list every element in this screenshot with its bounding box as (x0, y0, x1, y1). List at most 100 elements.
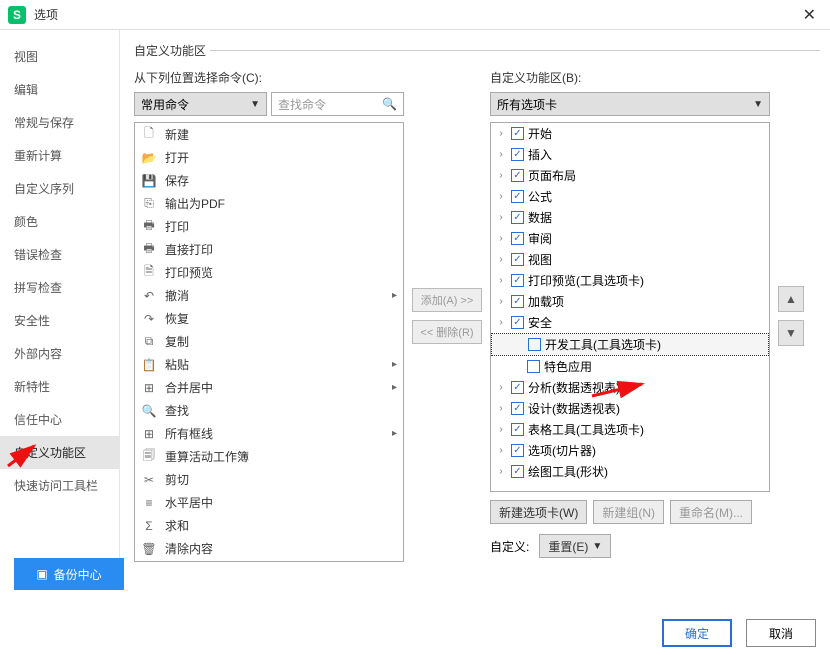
command-item[interactable]: ↷恢复 (135, 307, 403, 330)
chevron-right-icon: › (495, 403, 507, 414)
tree-item[interactable]: 特色应用 (491, 356, 769, 377)
tree-item[interactable]: ›✓页面布局 (491, 165, 769, 186)
chevron-right-icon: › (495, 275, 507, 286)
tabs-filter-combo[interactable]: 所有选项卡 ▼ (490, 92, 770, 116)
add-button[interactable]: 添加(A) >> (412, 288, 482, 312)
tree-item[interactable]: ›✓公式 (491, 186, 769, 207)
checkbox[interactable]: ✓ (511, 402, 524, 415)
section-title: 自定义功能区 (134, 42, 820, 59)
checkbox[interactable]: ✓ (511, 465, 524, 478)
command-item[interactable]: ≡水平居中 (135, 491, 403, 514)
command-item[interactable]: 🗎打印预览 (135, 261, 403, 284)
command-item[interactable]: 🔍查找 (135, 399, 403, 422)
sidebar-item[interactable]: 错误检查 (0, 238, 119, 271)
tree-item[interactable]: ›✓设计(数据透视表) (491, 398, 769, 419)
sidebar-item[interactable]: 拼写检查 (0, 271, 119, 304)
sidebar-item[interactable]: 常规与保存 (0, 106, 119, 139)
tree-item[interactable]: 开发工具(工具选项卡) (491, 333, 769, 356)
command-item[interactable]: 🖶直接打印 (135, 238, 403, 261)
tree-item[interactable]: ›✓数据 (491, 207, 769, 228)
close-icon[interactable]: ✕ (797, 5, 822, 25)
customize-ribbon-label: 自定义功能区(B): (490, 69, 770, 86)
tree-item[interactable]: ›✓审阅 (491, 228, 769, 249)
chevron-right-icon: › (495, 382, 507, 393)
checkbox[interactable]: ✓ (511, 148, 524, 161)
command-item[interactable]: 🗑清除内容 (135, 537, 403, 560)
sidebar-item[interactable]: 颜色 (0, 205, 119, 238)
checkbox[interactable]: ✓ (511, 381, 524, 394)
commands-listbox[interactable]: 🗋新建📂打开💾保存⎘输出为PDF🖶打印🖶直接打印🗎打印预览↶撤消▸↷恢复⧉复制📋… (134, 122, 404, 562)
checkbox[interactable]: ✓ (511, 211, 524, 224)
backup-center-button[interactable]: ▣ 备份中心 (14, 558, 124, 590)
checkbox[interactable]: ✓ (511, 274, 524, 287)
checkbox[interactable]: ✓ (511, 423, 524, 436)
move-up-button[interactable]: ▲ (778, 286, 804, 312)
reset-button[interactable]: 重置(E) ▼ (539, 534, 611, 558)
tree-item[interactable]: ›✓视图 (491, 249, 769, 270)
tree-item[interactable]: ›✓安全 (491, 312, 769, 333)
command-item[interactable]: ↶撤消▸ (135, 284, 403, 307)
checkbox[interactable]: ✓ (511, 190, 524, 203)
checkbox[interactable] (528, 338, 541, 351)
merge-icon: ⊞ (141, 380, 157, 396)
search-input[interactable]: 查找命令 🔍 (271, 92, 404, 116)
checkbox[interactable]: ✓ (511, 295, 524, 308)
command-item[interactable]: 🗐重算活动工作簿 (135, 445, 403, 468)
tree-item[interactable]: ›✓表格工具(工具选项卡) (491, 419, 769, 440)
checkbox[interactable]: ✓ (511, 316, 524, 329)
commands-category-combo[interactable]: 常用命令 ▼ (134, 92, 267, 116)
checkbox[interactable]: ✓ (511, 444, 524, 457)
sidebar-item[interactable]: 自定义功能区 (0, 436, 119, 469)
backup-label: 备份中心 (54, 566, 102, 583)
sidebar-item[interactable]: 外部内容 (0, 337, 119, 370)
move-down-button[interactable]: ▼ (778, 320, 804, 346)
window-title: 选项 (34, 6, 797, 23)
sidebar-item[interactable]: 安全性 (0, 304, 119, 337)
chevron-down-icon: ▼ (753, 99, 763, 110)
sidebar-item[interactable]: 快速访问工具栏 (0, 469, 119, 502)
command-item[interactable]: 💾保存 (135, 169, 403, 192)
command-item[interactable]: ⧉复制 (135, 330, 403, 353)
command-item[interactable]: 🖌格式刷 (135, 560, 403, 562)
ribbon-tree[interactable]: ›✓开始›✓插入›✓页面布局›✓公式›✓数据›✓审阅›✓视图›✓打印预览(工具选… (490, 122, 770, 492)
tree-item[interactable]: ›✓打印预览(工具选项卡) (491, 270, 769, 291)
checkbox[interactable]: ✓ (511, 169, 524, 182)
chevron-right-icon: › (495, 254, 507, 265)
remove-button[interactable]: << 删除(R) (412, 320, 482, 344)
command-item[interactable]: 🖶打印 (135, 215, 403, 238)
sum-icon: Σ (141, 518, 157, 534)
command-item[interactable]: ⊞所有框线▸ (135, 422, 403, 445)
sidebar-item[interactable]: 编辑 (0, 73, 119, 106)
sidebar-item[interactable]: 视图 (0, 40, 119, 73)
paste-icon: 📋 (141, 357, 157, 373)
command-item[interactable]: Σ求和 (135, 514, 403, 537)
checkbox[interactable]: ✓ (511, 127, 524, 140)
tree-item[interactable]: ›✓分析(数据透视表) (491, 377, 769, 398)
sidebar-item[interactable]: 自定义序列 (0, 172, 119, 205)
new-tab-button[interactable]: 新建选项卡(W) (490, 500, 587, 524)
command-item[interactable]: ⎘输出为PDF (135, 192, 403, 215)
sidebar-item[interactable]: 重新计算 (0, 139, 119, 172)
checkbox[interactable]: ✓ (511, 253, 524, 266)
expand-icon: ▸ (387, 428, 397, 439)
preview-icon: 🗎 (141, 265, 157, 281)
tree-item[interactable]: ›✓加载项 (491, 291, 769, 312)
command-item[interactable]: 🗋新建 (135, 123, 403, 146)
checkbox[interactable] (527, 360, 540, 373)
command-item[interactable]: 📋粘贴▸ (135, 353, 403, 376)
tree-item[interactable]: ›✓插入 (491, 144, 769, 165)
sidebar-item[interactable]: 新特性 (0, 370, 119, 403)
ok-button[interactable]: 确定 (662, 619, 732, 647)
recalc-icon: 🗐 (141, 449, 157, 465)
tree-item[interactable]: ›✓绘图工具(形状) (491, 461, 769, 482)
tree-item[interactable]: ›✓开始 (491, 123, 769, 144)
main-panel: 自定义功能区 从下列位置选择命令(C): 常用命令 ▼ 查找命令 🔍 🗋新建📂打… (120, 30, 830, 590)
command-item[interactable]: ⊞合并居中▸ (135, 376, 403, 399)
new-icon: 🗋 (141, 127, 157, 143)
command-item[interactable]: 📂打开 (135, 146, 403, 169)
checkbox[interactable]: ✓ (511, 232, 524, 245)
command-item[interactable]: ✂剪切 (135, 468, 403, 491)
sidebar-item[interactable]: 信任中心 (0, 403, 119, 436)
tree-item[interactable]: ›✓选项(切片器) (491, 440, 769, 461)
cancel-button[interactable]: 取消 (746, 619, 816, 647)
